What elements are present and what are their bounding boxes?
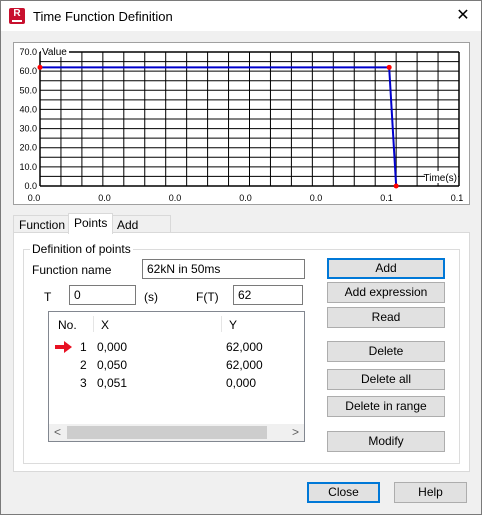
row-no: 2 [80, 358, 87, 372]
function-name-label: Function name [32, 263, 112, 277]
ft-input[interactable]: 62 [233, 285, 303, 305]
y-tick-label: 0.0 [24, 181, 37, 191]
t-label: T [44, 290, 52, 304]
row-y: 62,000 [226, 340, 263, 354]
y-tick-label: 20.0 [19, 143, 37, 153]
row-x: 0,000 [97, 340, 128, 354]
close-icon[interactable]: ✕ [453, 6, 473, 26]
modify-button[interactable]: Modify [327, 431, 445, 452]
ft-label: F(T) [196, 290, 219, 304]
read-button[interactable]: Read [327, 307, 445, 328]
x-tick-label: 0.0 [98, 193, 111, 203]
x-tick-label: 0.1 [451, 193, 464, 203]
y-tick-label: 60.0 [19, 66, 37, 76]
table-row[interactable]: 2 0,050 62,000 [49, 356, 304, 374]
y-tick-label: 50.0 [19, 85, 37, 95]
add-button[interactable]: Add [327, 258, 445, 279]
y-tick-label: 70.0 [19, 47, 37, 57]
t-input[interactable]: 0 [69, 285, 136, 305]
horizontal-scrollbar[interactable]: < > [49, 424, 304, 441]
x-axis-label: Time(s) [423, 173, 457, 184]
row-no: 3 [80, 376, 87, 390]
scroll-left-icon[interactable]: < [49, 424, 66, 441]
row-x: 0,051 [97, 376, 128, 390]
add-expression-button[interactable]: Add expression [327, 282, 445, 303]
tab-points[interactable]: Points [68, 213, 114, 234]
y-tick-label: 10.0 [19, 162, 37, 172]
series-line [40, 66, 398, 187]
scrollbar-thumb[interactable] [67, 426, 267, 439]
window-title: Time Function Definition [33, 9, 173, 24]
x-tick-label: 0.0 [239, 193, 252, 203]
column-separator[interactable] [93, 316, 94, 332]
help-button[interactable]: Help [394, 482, 467, 503]
title-bar: R Time Function Definition ✕ [1, 1, 481, 31]
dialog-window: R Time Function Definition ✕ 70.0 60.0 50.… [0, 0, 482, 515]
column-separator[interactable] [221, 316, 222, 332]
points-list[interactable]: No. X Y 1 0,000 62,000 2 0,050 62,000 3 … [48, 311, 305, 442]
row-y: 0,000 [226, 376, 257, 390]
data-point [386, 64, 392, 70]
close-button[interactable]: Close [307, 482, 380, 503]
data-point [393, 183, 399, 189]
y-tick-label: 30.0 [19, 124, 37, 134]
delete-in-range-button[interactable]: Delete in range [327, 396, 445, 417]
column-header-no[interactable]: No. [58, 318, 77, 332]
function-name-input[interactable]: 62kN in 50ms [142, 259, 305, 279]
row-y: 62,000 [226, 358, 263, 372]
points-list-header: No. X Y [49, 312, 304, 334]
delete-all-button[interactable]: Delete all [327, 369, 445, 390]
app-icon: R [9, 8, 25, 24]
x-tick-label: 0.0 [169, 193, 182, 203]
definition-group-title: Definition of points [30, 242, 133, 256]
t-unit-label: (s) [144, 290, 158, 304]
x-tick-label: 0.0 [310, 193, 323, 203]
column-header-x[interactable]: X [101, 318, 109, 332]
row-x: 0,050 [97, 358, 128, 372]
chart-svg: 70.0 60.0 50.0 40.0 30.0 20.0 10.0 0.0 0.0 0.0 0.0… [19, 46, 464, 203]
x-tick-label: 0.0 [28, 193, 41, 203]
x-tick-label: 0.1 [380, 193, 393, 203]
current-row-arrow-icon [55, 341, 72, 353]
row-no: 1 [80, 340, 87, 354]
y-tick-label: 40.0 [19, 104, 37, 114]
delete-button[interactable]: Delete [327, 341, 445, 362]
data-point [37, 64, 43, 70]
column-header-y[interactable]: Y [229, 318, 237, 332]
table-row[interactable]: 1 0,000 62,000 [49, 338, 304, 356]
y-axis-label: Value [42, 47, 67, 58]
table-row[interactable]: 3 0,051 0,000 [49, 374, 304, 392]
scroll-right-icon[interactable]: > [287, 424, 304, 441]
time-function-chart: 70.0 60.0 50.0 40.0 30.0 20.0 10.0 0.0 0.0 0.0 0.0… [13, 42, 470, 205]
